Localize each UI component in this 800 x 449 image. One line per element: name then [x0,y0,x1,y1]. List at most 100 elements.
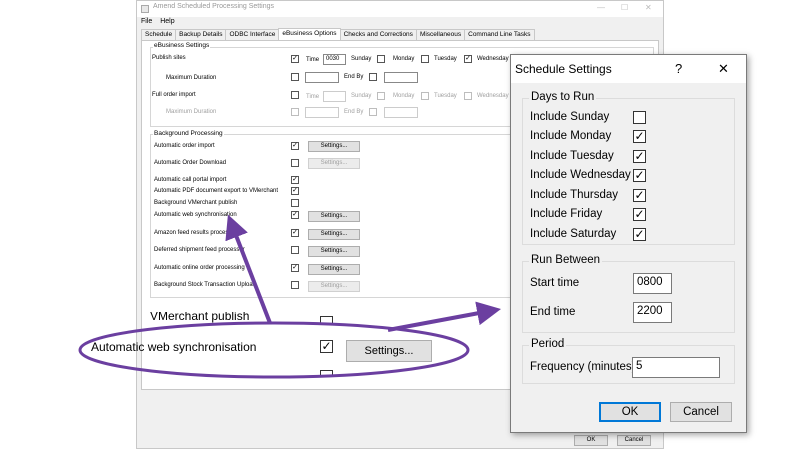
include-sunday-checkbox[interactable] [633,111,646,124]
bg-checkbox-automatic-call-portal-import[interactable]: ✓ [291,176,299,184]
frequency-label: Frequency (minutes) [530,361,636,373]
tab-command-line-tasks[interactable]: Command Line Tasks [464,29,535,40]
include-monday-checkbox[interactable]: ✓ [633,130,646,143]
publish-day-tuesday-checkbox[interactable]: ✓ [464,55,472,63]
bg-item-automatic-web-synchronisation: Automatic web synchronisation [154,212,237,218]
window-title: Amend Scheduled Processing Settings [153,3,275,10]
full-day-tuesday-checkbox[interactable] [464,92,472,100]
bg-checkbox-automatic-order-download[interactable] [291,159,299,167]
schedule-settings-dialog: Schedule Settings ? ✕ Days to Run Includ… [510,54,747,433]
tab-ebusiness-options[interactable]: eBusiness Options [278,28,341,40]
publish-day-sunday-label: Sunday [351,56,372,62]
bg-item-background-vmerchant-publish: Background VMerchant publish [154,200,238,206]
bg-settings-button-background-stock-upload[interactable]: Settings... [308,281,360,292]
bg-settings-button-automatic-order-import[interactable]: Settings... [308,141,360,152]
dialog-titlebar: Schedule Settings ? ✕ [511,55,746,83]
publish-time-field[interactable]: 0030 [323,54,346,65]
tab-miscellaneous[interactable]: Miscellaneous [415,29,466,40]
dialog-cancel-button[interactable]: Cancel [670,402,732,422]
bg-item-automatic-online-order-processing: Automatic online order processing [154,265,245,271]
menu-file[interactable]: File [141,18,152,25]
end-time-field[interactable]: 2200 [633,302,672,323]
bg-settings-button-automatic-web-synchronisation[interactable]: Settings... [308,211,360,222]
background-processing-label: Background Processing [153,130,224,137]
frequency-field[interactable]: 5 [632,357,720,378]
main-ok-button[interactable]: OK [574,435,608,446]
include-saturday-checkbox[interactable]: ✓ [633,228,646,241]
publish-time-label: Time [306,57,320,63]
full-import-time-label: Time [306,94,320,100]
ebusiness-settings-label: eBusiness Settings [153,42,211,49]
menu-bar: File Help [141,18,181,25]
publish-max-duration-label: Maximum Duration [166,75,217,81]
full-day-sunday-checkbox[interactable] [377,92,385,100]
close-icon[interactable]: ✕ [645,3,652,12]
include-thursday-checkbox[interactable]: ✓ [633,189,646,202]
include-monday-label: Include Monday [530,130,612,142]
full-order-import-checkbox[interactable] [291,91,299,99]
bg-checkbox-background-stock-upload[interactable] [291,281,299,289]
tab-backup-details[interactable]: Backup Details [175,29,227,40]
full-order-import-label: Full order import [152,92,196,98]
bg-item-automatic-order-download: Automatic Order Download [154,160,227,166]
full-max-duration-label: Maximum Duration [166,109,217,115]
publish-max-duration-checkbox[interactable] [291,73,299,81]
include-tuesday-checkbox[interactable]: ✓ [633,150,646,163]
publish-day-sunday-checkbox[interactable] [377,55,385,63]
help-icon[interactable]: ? [675,61,682,76]
full-day-sunday-label: Sunday [351,93,372,99]
publish-day-monday-checkbox[interactable] [421,55,429,63]
zoom-web-sync-checkbox: ✓ [320,339,333,353]
full-max-duration-checkbox[interactable] [291,108,299,116]
full-import-time-field[interactable] [323,91,346,102]
bg-checkbox-automatic-order-import[interactable]: ✓ [291,142,299,150]
bg-checkbox-automatic-pdf-export[interactable]: ✓ [291,187,299,195]
publish-end-by-field[interactable] [384,72,418,83]
bg-settings-button-deferred-shipment-feed[interactable]: Settings... [308,246,360,257]
bg-settings-button-automatic-order-download[interactable]: Settings... [308,158,360,169]
zoom-partial-checkbox-bottom [320,370,333,376]
tab-odbc-interface[interactable]: ODBC Interface [225,29,280,40]
publish-sites-checkbox[interactable]: ✓ [291,55,299,63]
tab-schedule[interactable]: Schedule [141,29,177,40]
menu-help[interactable]: Help [160,18,174,25]
zoom-partial-label: VMerchant publish [150,312,250,323]
run-between-label: Run Between [529,254,603,266]
main-cancel-button[interactable]: Cancel [617,435,651,446]
start-time-label: Start time [530,277,580,289]
bg-checkbox-amazon-feed-results[interactable]: ✓ [291,229,299,237]
maximize-icon[interactable]: ☐ [621,3,628,12]
publish-max-duration-field[interactable] [305,72,339,83]
publish-day-wednesday-label: Wednesday [477,56,509,62]
zoom-web-sync-label: Automatic web synchronisation [91,340,257,354]
full-max-duration-field[interactable] [305,107,339,118]
publish-end-by-checkbox[interactable] [369,73,377,81]
bg-settings-button-amazon-feed-results[interactable]: Settings... [308,229,360,240]
dialog-title: Schedule Settings [515,62,612,76]
bg-item-background-stock-upload: Background Stock Transaction Upload [154,282,257,288]
dialog-close-icon[interactable]: ✕ [718,61,729,77]
full-day-wednesday-label: Wednesday [477,93,509,99]
publish-sites-label: Publish sites [152,55,186,61]
include-thursday-label: Include Thursday [530,189,619,201]
start-time-field[interactable]: 0800 [633,273,672,294]
bg-settings-button-automatic-online-order-processing[interactable]: Settings... [308,264,360,275]
dialog-ok-button[interactable]: OK [599,402,661,422]
full-day-monday-label: Monday [393,93,415,99]
app-icon [141,5,149,13]
include-friday-label: Include Friday [530,208,603,220]
include-sunday-label: Include Sunday [530,111,610,123]
include-wednesday-checkbox[interactable]: ✓ [633,169,646,182]
bg-checkbox-automatic-online-order-processing[interactable]: ✓ [291,264,299,272]
bg-checkbox-automatic-web-synchronisation[interactable]: ✓ [291,211,299,219]
full-end-by-checkbox[interactable] [369,108,377,116]
bg-checkbox-background-vmerchant-publish[interactable] [291,199,299,207]
bg-item-amazon-feed-results: Amazon feed results processor [154,230,237,236]
tab-checks-and-corrections[interactable]: Checks and Corrections [339,29,417,40]
bg-item-deferred-shipment-feed: Deferred shipment feed processor [154,247,245,253]
minimize-icon[interactable]: — [597,3,605,12]
bg-checkbox-deferred-shipment-feed[interactable] [291,246,299,254]
full-day-monday-checkbox[interactable] [421,92,429,100]
include-friday-checkbox[interactable]: ✓ [633,208,646,221]
full-end-by-field[interactable] [384,107,418,118]
